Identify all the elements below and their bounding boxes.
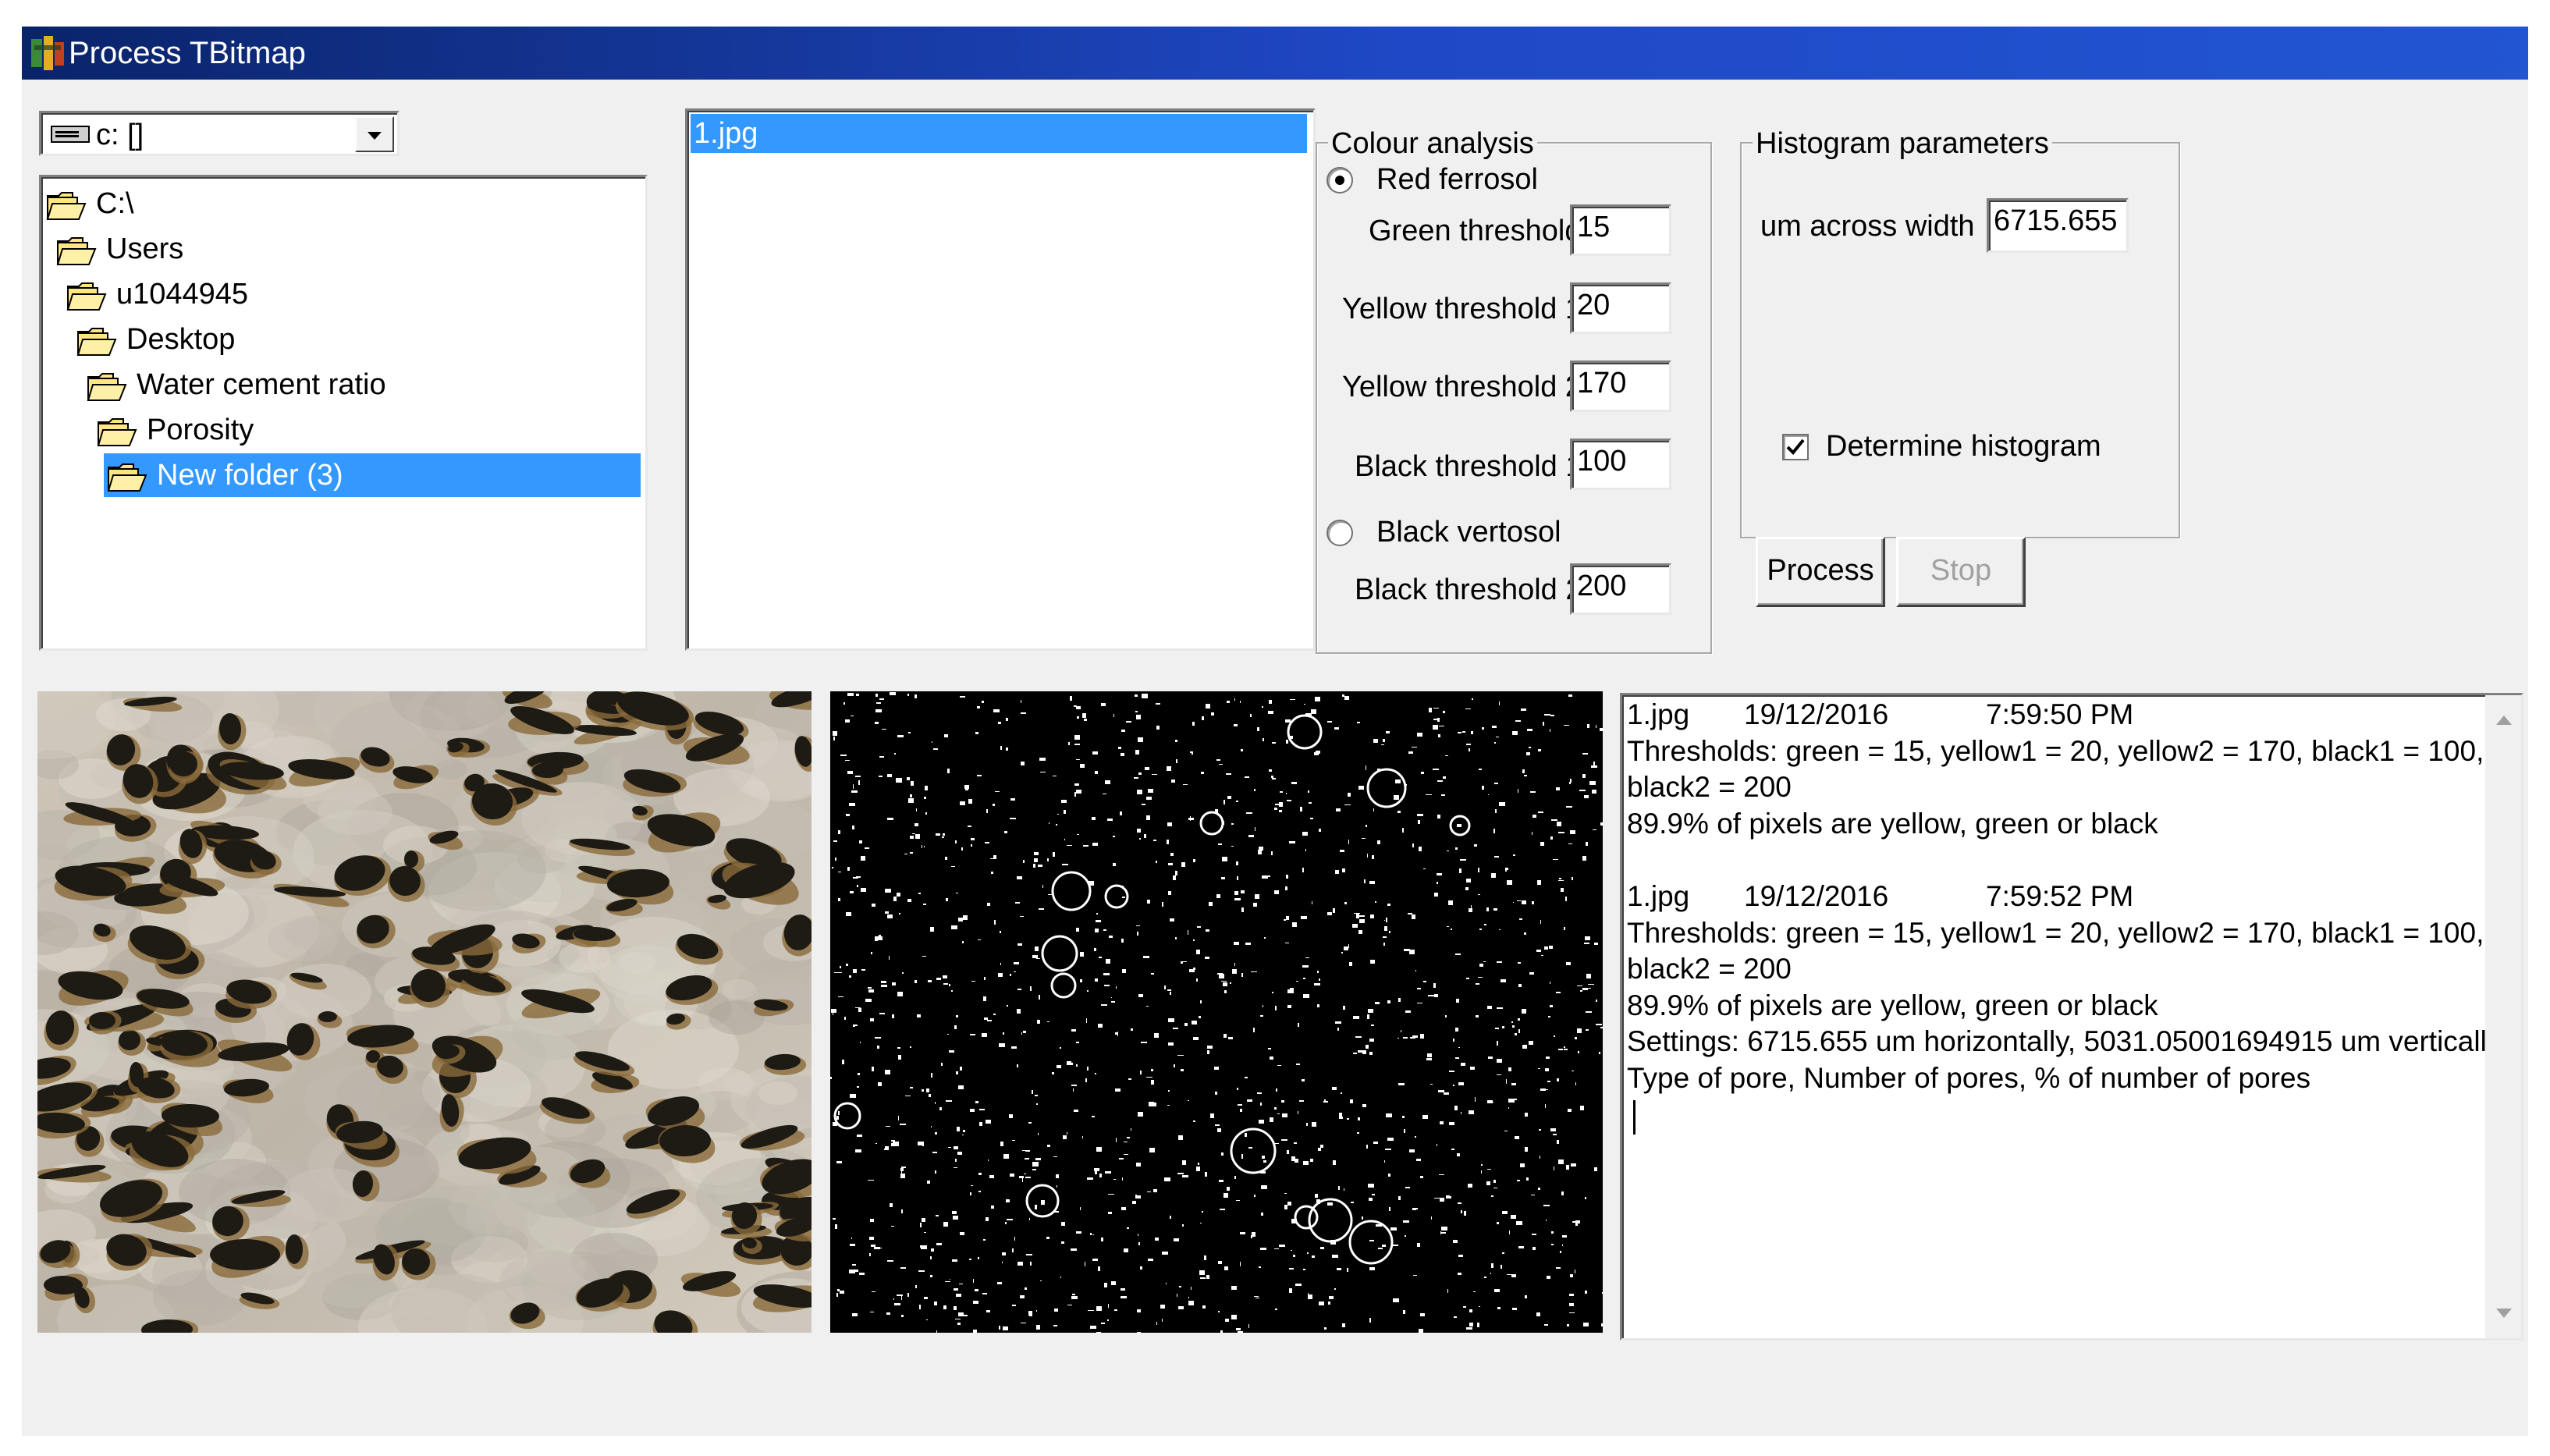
process-tbitmap-window: Process TBitmap c: [] C:\ Users u1044945 De…	[22, 27, 2528, 1436]
log-line: black2 = 200	[1627, 953, 1792, 985]
um-across-width-label: um across width	[1760, 210, 1975, 243]
folder-icon	[46, 192, 87, 220]
directory-item-label: Water cement ratio	[137, 368, 386, 401]
black-threshold-1-label: Black threshold 1	[1355, 450, 1582, 483]
green-threshold-label: Green threshold	[1369, 215, 1582, 247]
yellow-threshold-2-label: Yellow threshold 2	[1342, 371, 1582, 403]
file-item-selected[interactable]: 1.jpg	[691, 114, 1307, 153]
title-bar[interactable]: Process TBitmap	[22, 27, 2528, 80]
log-line: 89.9% of pixels are yellow, green or bla…	[1627, 989, 2158, 1021]
directory-item-label: Porosity	[147, 414, 254, 446]
red-ferrosol-radio[interactable]	[1326, 167, 1353, 194]
directory-item-label: Users	[106, 233, 184, 265]
directory-item[interactable]: C:\	[41, 182, 641, 226]
um-across-width-input[interactable]: 6715.655	[1987, 198, 2129, 253]
yellow-threshold-2-input[interactable]: 170	[1570, 360, 1671, 412]
folder-icon	[56, 237, 97, 265]
pore-mask-image	[830, 691, 1603, 1333]
drive-combo-box[interactable]: c: []	[39, 111, 400, 156]
log-line: black2 = 200	[1627, 771, 1792, 804]
drive-icon	[51, 126, 90, 143]
histogram-parameters-title: Histogram parameters	[1753, 125, 2052, 162]
yellow-threshold-1-input[interactable]: 20	[1570, 282, 1671, 334]
directory-item-label: u1044945	[116, 278, 249, 311]
process-button[interactable]: Process	[1756, 537, 1885, 607]
log-line: Type of pore, Number of pores, % of numb…	[1627, 1061, 2311, 1094]
directory-item-label: Desktop	[126, 323, 236, 356]
radio-selected-dot	[1335, 176, 1344, 185]
directory-item-label: C:\	[96, 187, 134, 220]
black-threshold-1-input[interactable]: 100	[1570, 439, 1671, 490]
directory-item[interactable]: Water cement ratio	[41, 363, 641, 407]
directory-item[interactable]: u1044945	[41, 272, 641, 316]
determine-histogram-checkbox[interactable]	[1782, 434, 1809, 460]
drive-dropdown-button[interactable]	[355, 116, 394, 152]
file-item-label: 1.jpg	[694, 117, 758, 150]
red-ferrosol-label[interactable]: Red ferrosol	[1376, 161, 1538, 198]
log-line: 1.jpg 19/12/2016 7:59:50 PM	[1627, 698, 2134, 730]
folder-icon	[97, 418, 137, 446]
text-caret	[1633, 1099, 1635, 1135]
log-line: 89.9% of pixels are yellow, green or bla…	[1627, 807, 2158, 840]
log-line: 1.jpg 19/12/2016 7:59:52 PM	[1627, 879, 2134, 912]
black-threshold-2-label: Black threshold 2	[1355, 574, 1582, 606]
log-line: Thresholds: green = 15, yellow1 = 20, ye…	[1627, 734, 2484, 767]
histogram-parameters-group: Histogram parameters um across width 671…	[1740, 125, 2180, 538]
directory-list[interactable]: C:\ Users u1044945 Desktop Water cement rati…	[39, 175, 648, 651]
drive-selected-value: c: []	[96, 119, 144, 151]
stop-button[interactable]: Stop	[1896, 537, 2026, 607]
scroll-up-arrow-icon[interactable]	[2496, 716, 2512, 725]
directory-item-label: New folder (3)	[157, 459, 343, 492]
colour-analysis-group: Colour analysis Red ferrosol Green thres…	[1316, 125, 1712, 654]
soil-photo	[37, 691, 812, 1333]
folder-open-icon	[107, 463, 147, 492]
black-threshold-2-input[interactable]: 200	[1570, 563, 1671, 615]
window-title: Process TBitmap	[69, 36, 306, 70]
output-log[interactable]: 1.jpg 19/12/2016 7:59:50 PM Thresholds: gre…	[1620, 693, 2523, 1341]
directory-item[interactable]: Users	[41, 227, 641, 271]
green-threshold-input[interactable]: 15	[1570, 204, 1671, 256]
directory-item[interactable]: Desktop	[41, 318, 641, 361]
yellow-threshold-1-label: Yellow threshold 1	[1342, 293, 1582, 325]
checkmark-icon	[1786, 439, 1805, 455]
black-vertosol-radio[interactable]	[1326, 520, 1353, 546]
log-line: Settings: 6715.655 um horizontally, 5031…	[1627, 1025, 2502, 1058]
directory-item[interactable]: Porosity	[41, 408, 641, 452]
directory-item[interactable]: New folder (3)	[41, 453, 641, 497]
original-image	[37, 691, 812, 1333]
folder-icon	[87, 373, 127, 401]
binary-image	[830, 691, 1603, 1333]
folder-icon	[66, 282, 107, 311]
vertical-scrollbar[interactable]	[2485, 695, 2521, 1338]
log-line: Thresholds: green = 15, yellow1 = 20, ye…	[1627, 916, 2484, 949]
file-list[interactable]: 1.jpg	[685, 108, 1316, 651]
determine-histogram-label[interactable]: Determine histogram	[1826, 428, 2101, 465]
folder-icon	[76, 328, 117, 356]
output-log-text[interactable]: 1.jpg 19/12/2016 7:59:50 PM Thresholds: gre…	[1627, 697, 2502, 1135]
black-vertosol-label[interactable]: Black vertosol	[1376, 513, 1561, 551]
chevron-down-icon	[368, 132, 382, 140]
colour-analysis-title: Colour analysis	[1328, 125, 1537, 162]
app-icon	[31, 36, 64, 70]
scroll-down-arrow-icon[interactable]	[2496, 1309, 2512, 1318]
